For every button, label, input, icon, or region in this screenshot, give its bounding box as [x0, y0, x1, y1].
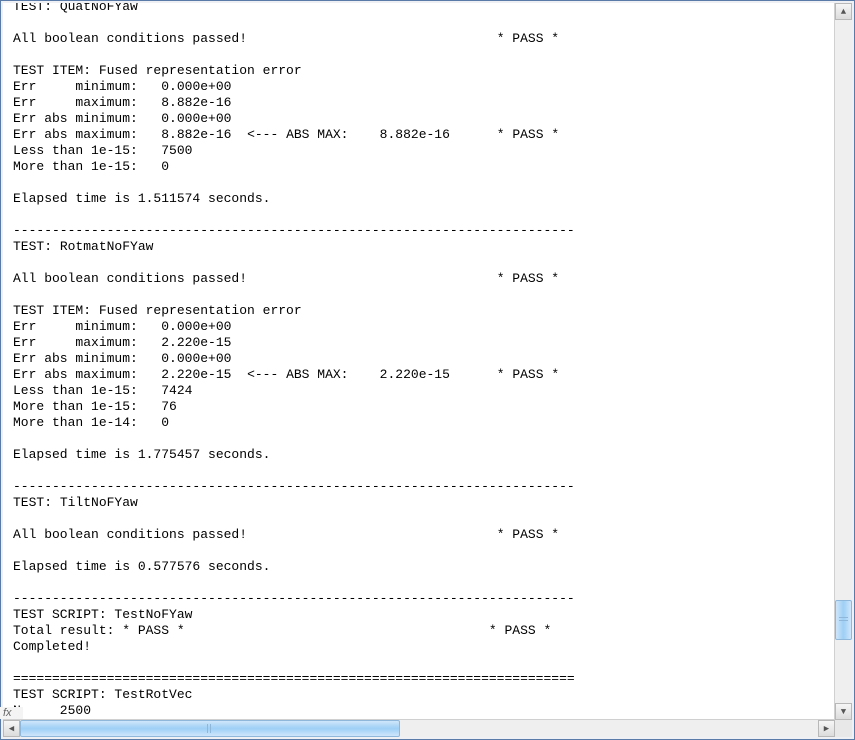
row-label: More than 1e-15: [13, 159, 138, 174]
pass-status: * PASS * [497, 127, 559, 142]
scroll-left-arrow-icon[interactable]: ◀ [3, 720, 20, 737]
pass-status: * PASS * [497, 31, 559, 46]
horizontal-scroll-track[interactable] [20, 720, 818, 737]
row-value: 8.882e-16 [161, 127, 231, 142]
test-name: TiltNoFYaw [60, 495, 138, 510]
elapsed-time: Elapsed time is 1.511574 seconds. [13, 191, 270, 206]
row-label: More than 1e-15: [13, 399, 138, 414]
scroll-up-arrow-icon[interactable]: ▲ [835, 3, 852, 20]
test-name: RotmatNoFYaw [60, 239, 154, 254]
row-value: 0 [161, 415, 169, 430]
fx-label[interactable]: fx [0, 707, 23, 719]
row-label: Err abs maximum: [13, 127, 138, 142]
elapsed-time: Elapsed time is 0.577576 seconds. [13, 559, 270, 574]
row-value: 7500 [161, 143, 192, 158]
elapsed-time: Elapsed time is 1.775457 seconds. [13, 447, 270, 462]
pass-status: * PASS * [497, 271, 559, 286]
row-value: 0.000e+00 [161, 111, 231, 126]
scroll-down-arrow-icon[interactable]: ▼ [835, 703, 852, 720]
separator: ----------------------------------------… [13, 223, 575, 238]
row-label: Err minimum: [13, 79, 138, 94]
abs-max-note: <--- ABS MAX: 8.882e-16 [247, 127, 450, 142]
horizontal-scroll-thumb[interactable] [20, 720, 400, 737]
bool-pass-msg: All boolean conditions passed! [13, 271, 247, 286]
row-value: 0.000e+00 [161, 79, 231, 94]
scroll-corner [835, 720, 852, 737]
vertical-scroll-thumb[interactable] [835, 600, 852, 640]
row-label: Less than 1e-15: [13, 383, 138, 398]
separator: ----------------------------------------… [13, 479, 575, 494]
row-label: Err abs minimum: [13, 111, 138, 126]
test-item-title: TEST ITEM: Fused representation error [13, 303, 302, 318]
row-label: Err maximum: [13, 335, 138, 350]
row-label: Err minimum: [13, 319, 138, 334]
console-output: TEST: QuatNoFYaw All boolean conditions … [3, 3, 835, 719]
row-value: 0 [161, 159, 169, 174]
separator: ----------------------------------------… [13, 591, 575, 606]
row-value: 76 [161, 399, 177, 414]
test-item-title: TEST ITEM: Fused representation error [13, 63, 302, 78]
completed-msg: Completed! [13, 639, 91, 654]
row-value: 2.220e-15 [161, 367, 231, 382]
console-content: TEST: QuatNoFYaw All boolean conditions … [3, 3, 835, 720]
row-value: 0.000e+00 [161, 319, 231, 334]
row-label: More than 1e-14: [13, 415, 138, 430]
row-value: 7424 [161, 383, 192, 398]
partial-line: N 2500 [13, 703, 91, 718]
console-window: TEST: QuatNoFYaw All boolean conditions … [0, 0, 855, 740]
test-title: TEST: RotmatNoFYaw [13, 239, 153, 254]
row-label: Err abs minimum: [13, 351, 138, 366]
test-name: QuatNoFYaw [60, 3, 138, 14]
pass-status: * PASS * [489, 623, 551, 638]
test-title: TEST: TiltNoFYaw [13, 495, 138, 510]
pass-status: * PASS * [497, 367, 559, 382]
vertical-scrollbar[interactable]: ▲ ▼ [834, 3, 852, 720]
separator-bold: ========================================… [13, 671, 575, 686]
test-title: TEST: QuatNoFYaw [13, 3, 138, 14]
row-value: 2.220e-15 [161, 335, 231, 350]
row-label: Less than 1e-15: [13, 143, 138, 158]
total-result: Total result: * PASS * [13, 623, 185, 638]
row-value: 8.882e-16 [161, 95, 231, 110]
row-value: 0.000e+00 [161, 351, 231, 366]
bool-pass-msg: All boolean conditions passed! [13, 527, 247, 542]
row-label: Err maximum: [13, 95, 138, 110]
vertical-scroll-track[interactable] [835, 20, 852, 703]
scroll-right-arrow-icon[interactable]: ▶ [818, 720, 835, 737]
script-title: TEST SCRIPT: TestRotVec [13, 687, 192, 702]
bool-pass-msg: All boolean conditions passed! [13, 31, 247, 46]
script-title: TEST SCRIPT: TestNoFYaw [13, 607, 192, 622]
abs-max-note: <--- ABS MAX: 2.220e-15 [247, 367, 450, 382]
pass-status: * PASS * [497, 527, 559, 542]
horizontal-scrollbar[interactable]: ◀ ▶ [3, 719, 835, 737]
row-label: Err abs maximum: [13, 367, 138, 382]
